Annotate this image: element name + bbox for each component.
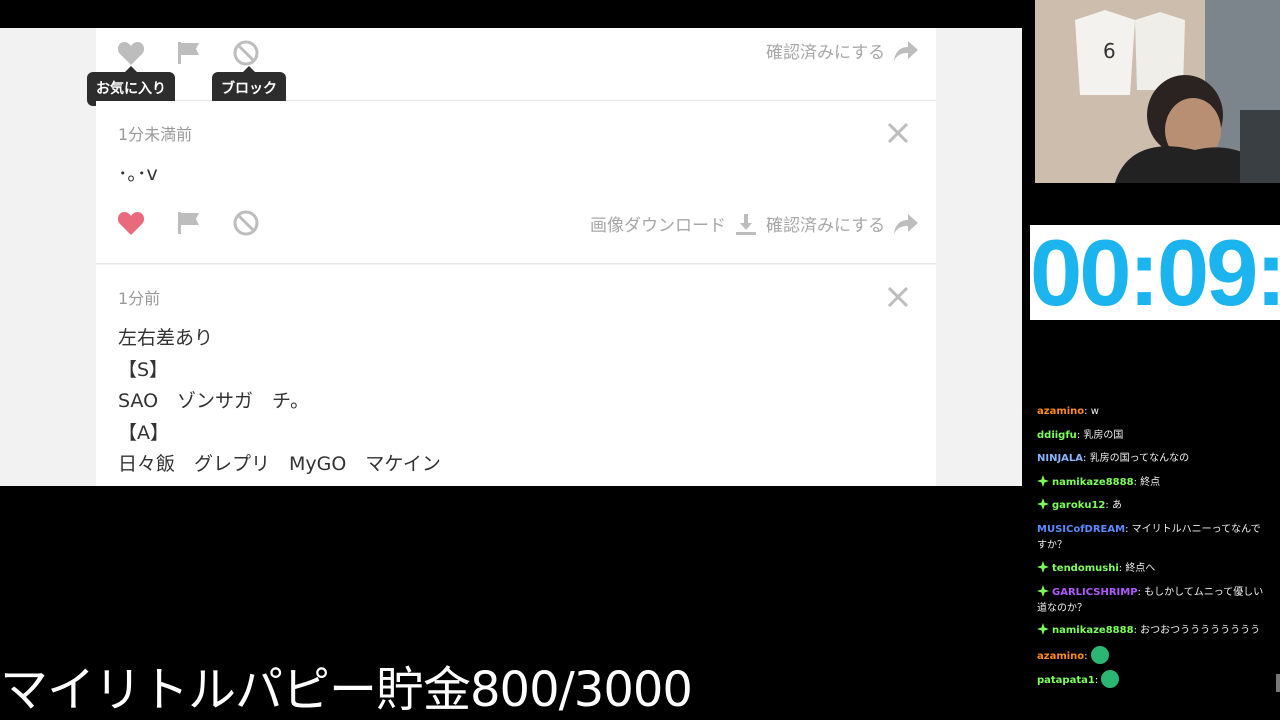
sparkle-badge-icon	[1037, 498, 1049, 510]
chat-message: MUSICofDREAM: マイリトルハニーってなんですか？	[1037, 522, 1269, 554]
block-icon	[233, 40, 259, 66]
chat-message: NINJALA: 乳房の国ってなんなの	[1037, 451, 1269, 467]
chat-text: 乳房の国	[1083, 430, 1124, 441]
chat-message: namikaze8888: おつおつうううううううう	[1037, 623, 1269, 639]
sparkle-badge-icon	[1037, 475, 1049, 487]
sparkle-badge-icon	[1037, 561, 1049, 573]
message-card: 1分未満前 ･｡･v 画像ダウンロード | 確認済みにする	[96, 101, 936, 264]
timer-display: 00:09:	[1030, 225, 1280, 320]
webcam-image: 6	[1035, 0, 1280, 183]
sparkle-badge-icon	[1037, 585, 1049, 597]
favorite-button[interactable]	[116, 208, 146, 238]
chat-username[interactable]: garoku12	[1052, 500, 1105, 511]
message-text: ･｡･v	[118, 163, 158, 185]
chat-username[interactable]: MUSICofDREAM	[1037, 524, 1125, 535]
mark-checked-button[interactable]: 確認済みにする	[766, 211, 919, 236]
chat-message: tendomushi: 終点へ	[1037, 561, 1269, 577]
close-icon	[887, 122, 909, 144]
emote-icon	[1101, 670, 1120, 688]
download-label: 画像ダウンロード	[590, 216, 726, 236]
chat-text: おつおつうううううううう	[1140, 625, 1261, 636]
download-icon	[736, 213, 756, 235]
chat-username[interactable]: GARLICSHRIMP	[1052, 587, 1138, 598]
message-line: 左右差あり	[118, 327, 214, 349]
mark-checked-button[interactable]: 確認済みにする	[766, 38, 919, 63]
message-card: 1分前 左右差あり 【S】 SAO ゾンサガ チ。 【A】 日々飯 グレプリ M…	[96, 265, 936, 486]
chat-username[interactable]: namikaze8888	[1052, 625, 1134, 636]
chat-message: garoku12: あ	[1037, 498, 1269, 514]
chat-message: patapata1:	[1037, 670, 1269, 689]
sparkle-badge-icon	[1037, 623, 1049, 635]
mark-checked-label: 確認済みにする	[766, 216, 886, 236]
flag-icon	[178, 212, 199, 234]
chat-colon: :	[1084, 651, 1091, 662]
chat-text: w	[1090, 406, 1099, 417]
chat-message: azamino:	[1037, 646, 1269, 665]
timestamp: 1分未満前	[118, 125, 193, 144]
heart-icon	[117, 42, 145, 65]
timer-panel: 00:09:	[1030, 225, 1280, 320]
block-button[interactable]	[231, 38, 261, 68]
chat-message: azamino: w	[1037, 404, 1269, 420]
emote-icon	[1090, 646, 1109, 664]
message-line: SAO ゾンサガ チ。	[118, 390, 310, 412]
flag-icon	[178, 42, 199, 64]
svg-text:6: 6	[1103, 39, 1116, 63]
chat-text: あ	[1111, 500, 1122, 511]
chat-message: ddiigfu: 乳房の国	[1037, 428, 1269, 444]
chat-username[interactable]: namikaze8888	[1052, 477, 1134, 488]
chat-username[interactable]: azamino	[1037, 651, 1084, 662]
close-button[interactable]	[886, 121, 910, 145]
close-icon	[887, 286, 909, 308]
chat-username[interactable]: azamino	[1037, 406, 1084, 417]
webcam-feed: 6	[1035, 0, 1280, 183]
timestamp: 1分前	[118, 289, 161, 308]
share-arrow-icon	[894, 213, 919, 234]
chat-text: 乳房の国ってなんなの	[1089, 453, 1190, 464]
chat-scrollbar[interactable]	[1276, 674, 1280, 692]
message-line: 【A】	[118, 422, 169, 444]
block-icon	[233, 210, 259, 236]
report-button[interactable]	[174, 208, 204, 238]
block-button[interactable]	[231, 208, 261, 238]
message-line: 【S】	[118, 359, 169, 381]
chat-message: GARLICSHRIMP: もしかしてムニって優しい道なのか？	[1037, 585, 1269, 617]
chat-message: namikaze8888: 終点	[1037, 475, 1269, 491]
favorite-button[interactable]	[116, 38, 146, 68]
message-line: 日々飯 グレプリ MyGO マケイン	[118, 453, 441, 475]
report-button[interactable]	[174, 38, 204, 68]
chat-username[interactable]: patapata1	[1037, 675, 1095, 686]
download-button[interactable]: 画像ダウンロード |	[590, 211, 771, 236]
savings-banner: マイリトルパピー貯金800/3000	[0, 662, 693, 718]
close-button[interactable]	[886, 285, 910, 309]
chat-text: 終点	[1140, 477, 1161, 488]
browser-capture: 確認済みにする お気に入り ブロック 1分未満前 ･｡･v 画像ダウンロード |…	[0, 28, 1022, 486]
chat-username[interactable]: ddiigfu	[1037, 430, 1077, 441]
heart-icon	[117, 212, 145, 235]
chat-text: 終点へ	[1125, 563, 1156, 574]
chat-panel: azamino: w ddiigfu: 乳房の国 NINJALA: 乳房の国ってなん…	[1033, 400, 1280, 720]
chat-username[interactable]: tendomushi	[1052, 563, 1119, 574]
mark-checked-label: 確認済みにする	[766, 43, 886, 63]
share-arrow-icon	[894, 40, 919, 61]
chat-username[interactable]: NINJALA	[1037, 453, 1083, 464]
